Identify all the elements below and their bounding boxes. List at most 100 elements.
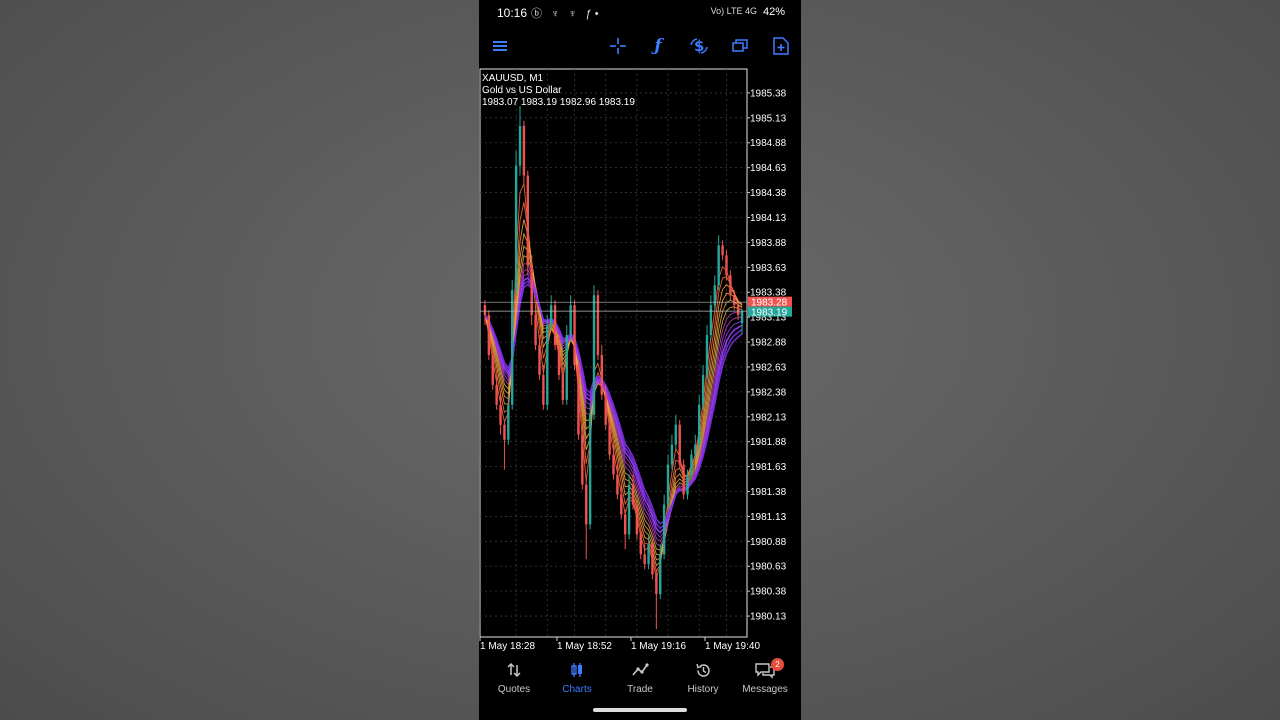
candle-body (639, 534, 642, 555)
candle-body (697, 404, 701, 445)
price-chart[interactable]: 1985.38 1985.13 1984.88 1984.63 1984.38 1984.… (479, 68, 801, 656)
candle-body (709, 305, 713, 336)
y-tick-label: 1983.63 (750, 263, 787, 274)
charts-icon (546, 662, 608, 684)
candle-body (487, 315, 491, 355)
candle-body (694, 444, 697, 455)
candle-body (729, 275, 732, 296)
windows-button[interactable] (725, 30, 755, 62)
candle-body (627, 484, 631, 535)
nav-trade[interactable]: Trade (609, 662, 671, 702)
chart-ohlc: 1983.07 1983.19 1982.96 1983.19 (482, 97, 635, 108)
y-tick-label: 1982.13 (750, 412, 787, 423)
candle-body (581, 434, 584, 485)
chart-canvas[interactable]: 1985.38 1985.13 1984.88 1984.63 1984.38 1984.… (479, 68, 801, 656)
menu-icon (493, 41, 507, 51)
candle-body (740, 311, 744, 324)
trade-icon (609, 662, 671, 684)
y-tick-label: 1984.13 (750, 213, 787, 224)
y-tick-label: 1983.88 (750, 238, 787, 249)
bottom-navigation: Quotes Charts Trade History Messages 2 (479, 656, 801, 706)
candle-body (530, 265, 533, 316)
y-tick-label: 1984.88 (750, 138, 787, 149)
new-order-button[interactable] (766, 30, 796, 62)
candle-body (569, 305, 572, 336)
candle-body (538, 345, 541, 375)
y-tick-label: 1981.63 (750, 462, 787, 473)
candle-body (647, 544, 650, 565)
nav-charts[interactable]: Charts (546, 662, 608, 702)
chart-description: Gold vs US Dollar (482, 85, 562, 96)
nav-charts-label: Charts (562, 684, 592, 695)
candle-body (616, 474, 619, 495)
nav-history-label: History (687, 684, 719, 695)
candle-body (620, 494, 623, 515)
y-tick-label: 1982.63 (750, 362, 787, 373)
nav-quotes-label: Quotes (497, 684, 531, 695)
y-tick-label: 1985.13 (750, 113, 787, 124)
y-tick-label: 1981.13 (750, 512, 787, 523)
y-tick-label: 1985.38 (750, 88, 787, 99)
candle-body (526, 175, 530, 266)
candle-body (635, 504, 639, 535)
phone-screen: 10:16 ⓑ ♆ ♆ ƒ• Vo) LTE 4G 42% ƒ $ 1985.3… (479, 0, 801, 720)
candle-body (604, 394, 607, 425)
quotes-icon (483, 662, 545, 684)
candle-body (705, 335, 709, 375)
nav-messages[interactable]: Messages 2 (734, 658, 796, 702)
nav-history[interactable]: History (672, 662, 734, 702)
messages-badge: 2 (771, 658, 784, 671)
candle-body (666, 464, 670, 505)
menu-button[interactable] (485, 30, 515, 62)
candle-body (701, 374, 705, 405)
battery-level: 42% (762, 6, 785, 18)
candle-body (662, 504, 666, 555)
candle-body (577, 364, 580, 435)
candle-body (511, 290, 514, 405)
y-tick-label: 1980.13 (750, 612, 787, 623)
candle-body (686, 474, 689, 495)
notification-icons: ⓑ ♆ ♆ ƒ• (531, 8, 602, 20)
candle-body (670, 444, 674, 465)
candle-body (483, 305, 487, 316)
new-order-icon (773, 37, 789, 55)
y-tick-label: 1981.38 (750, 487, 787, 498)
indicators-button[interactable]: ƒ (643, 30, 673, 62)
candle-body (503, 424, 506, 440)
candle-body (600, 354, 604, 395)
candle-body (549, 305, 553, 326)
candle-body (514, 165, 518, 291)
nav-messages-label: Messages (742, 684, 788, 695)
timeframe-windows-icon (732, 39, 748, 52)
candle-body (585, 484, 588, 525)
x-tick-label: 1 May 18:52 (557, 641, 612, 652)
nav-quotes[interactable]: Quotes (483, 662, 545, 702)
x-tick-label: 1 May 19:16 (631, 641, 686, 652)
candle-body (733, 295, 736, 306)
crosshair-icon (610, 38, 626, 54)
candle-body (721, 245, 724, 256)
symbol-icon: $ (690, 37, 708, 55)
y-tick-label: 1982.88 (750, 338, 787, 349)
candle-body (674, 424, 678, 445)
crosshair-button[interactable] (603, 30, 633, 62)
candle-body (546, 325, 549, 405)
home-indicator[interactable] (593, 708, 687, 712)
candle-body (588, 414, 592, 525)
candle-body (608, 424, 611, 455)
candle-body (596, 295, 600, 355)
candle-body (534, 315, 537, 346)
candle-body (655, 574, 658, 595)
chart-toolbar: ƒ $ (479, 30, 801, 64)
candle-body (651, 544, 654, 575)
x-tick-label: 1 May 19:40 (705, 641, 760, 652)
candle-body (522, 125, 526, 176)
candle-body (518, 125, 522, 166)
candle-body (499, 404, 502, 425)
candle-body (592, 295, 596, 415)
y-tick-label: 1984.38 (750, 188, 787, 199)
y-tick-label: 1984.63 (750, 163, 787, 174)
candle-body (495, 384, 498, 405)
candle-body (659, 554, 662, 595)
symbol-button[interactable]: $ (684, 30, 714, 62)
